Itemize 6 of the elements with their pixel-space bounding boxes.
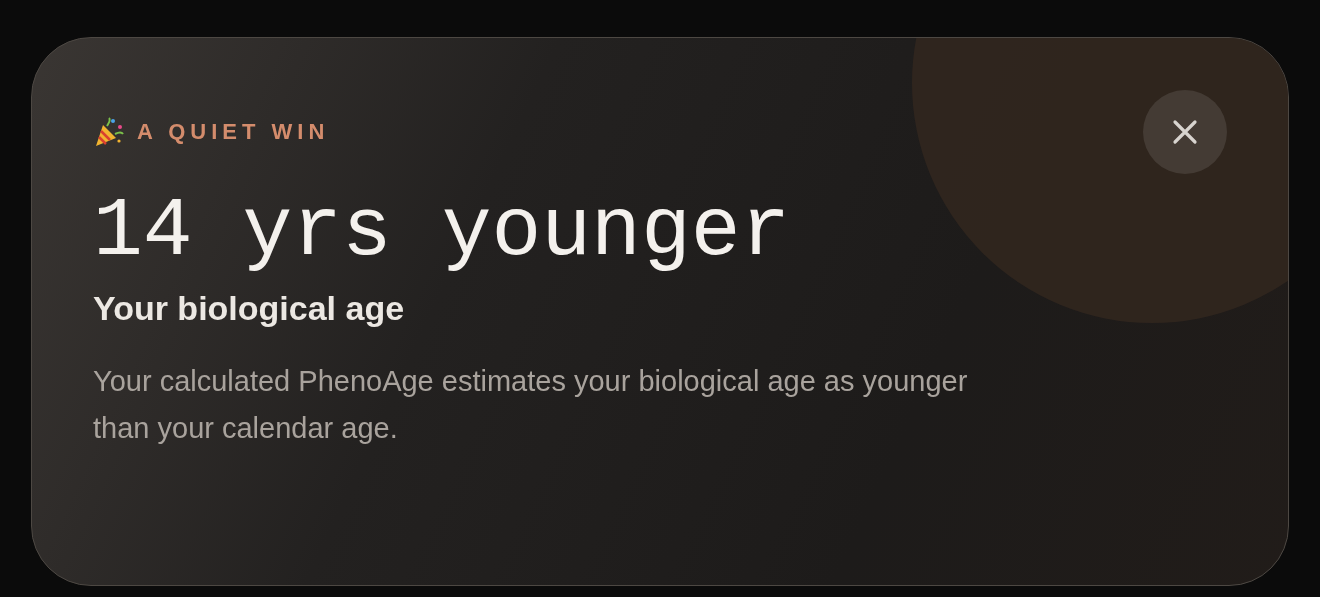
headline: 14 yrs younger	[93, 184, 791, 281]
subtitle: Your biological age	[93, 288, 405, 329]
close-icon	[1172, 119, 1198, 145]
eyebrow-label: A QUIET WIN	[137, 119, 330, 145]
description: Your calculated PhenoAge estimates your biological age as younger than your calendar age.	[93, 364, 969, 446]
party-popper-icon	[93, 116, 125, 148]
